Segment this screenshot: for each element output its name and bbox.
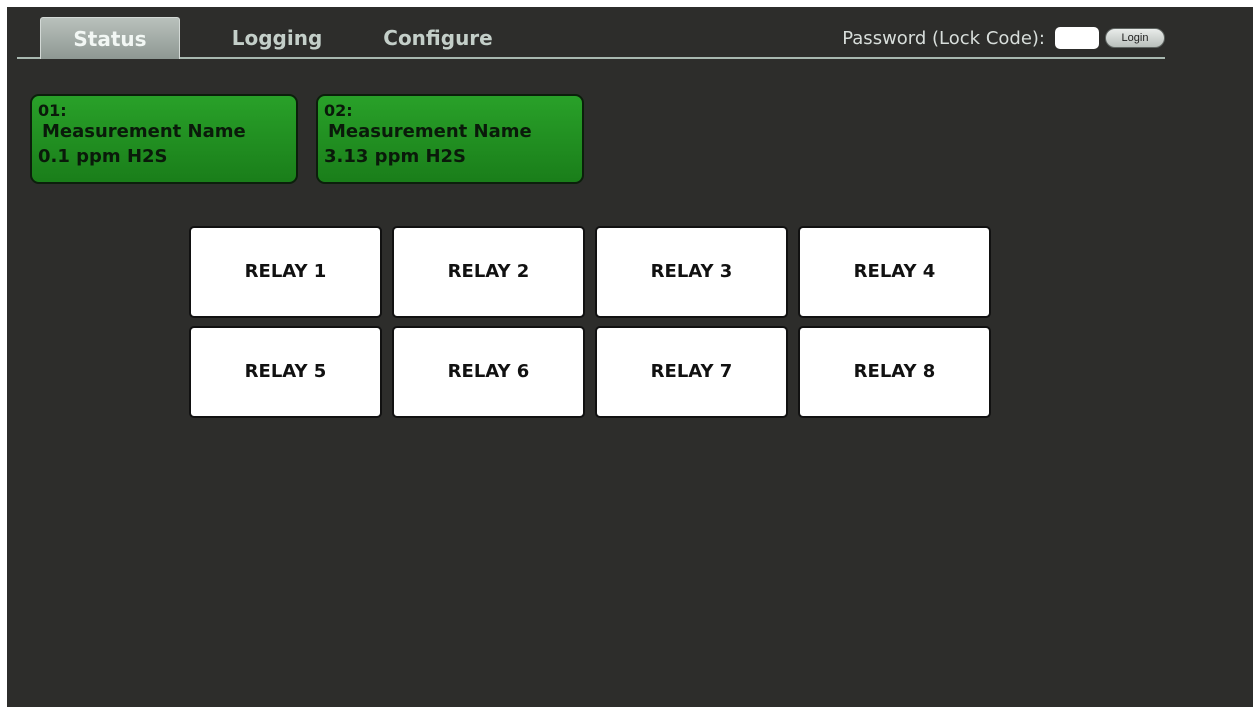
relay-5-button[interactable]: RELAY 5 [189,326,382,418]
relay-1-button[interactable]: RELAY 1 [189,226,382,318]
measurement-value: 3.13 ppm H2S [324,146,467,167]
relay-6-button[interactable]: RELAY 6 [392,326,585,418]
tab-bar: Status Logging Configure Password (Lock … [17,17,1165,59]
relay-grid: RELAY 1 RELAY 2 RELAY 3 RELAY 4 RELAY 5 … [189,226,993,420]
measurement-card-01[interactable]: 01: Measurement Name 0.1 ppm H2S [30,94,298,184]
app-screen: Status Logging Configure Password (Lock … [7,7,1253,707]
login-area: Password (Lock Code): Login [842,25,1165,51]
password-input[interactable] [1055,27,1099,49]
measurement-card-02[interactable]: 02: Measurement Name 3.13 ppm H2S [316,94,584,184]
measurement-id: 01: [38,101,67,120]
relay-4-button[interactable]: RELAY 4 [798,226,991,318]
tab-logging[interactable]: Logging [208,17,346,57]
relay-2-button[interactable]: RELAY 2 [392,226,585,318]
password-label: Password (Lock Code): [842,27,1045,49]
relay-8-button[interactable]: RELAY 8 [798,326,991,418]
tab-status[interactable]: Status [40,17,180,59]
relay-3-button[interactable]: RELAY 3 [595,226,788,318]
measurement-id: 02: [324,101,353,120]
measurement-name: Measurement Name [328,121,532,142]
measurement-value: 0.1 ppm H2S [38,146,168,167]
measurement-name: Measurement Name [42,121,246,142]
tab-configure[interactable]: Configure [363,17,513,57]
login-button[interactable]: Login [1105,28,1165,48]
relay-7-button[interactable]: RELAY 7 [595,326,788,418]
tab-divider [17,57,1165,59]
